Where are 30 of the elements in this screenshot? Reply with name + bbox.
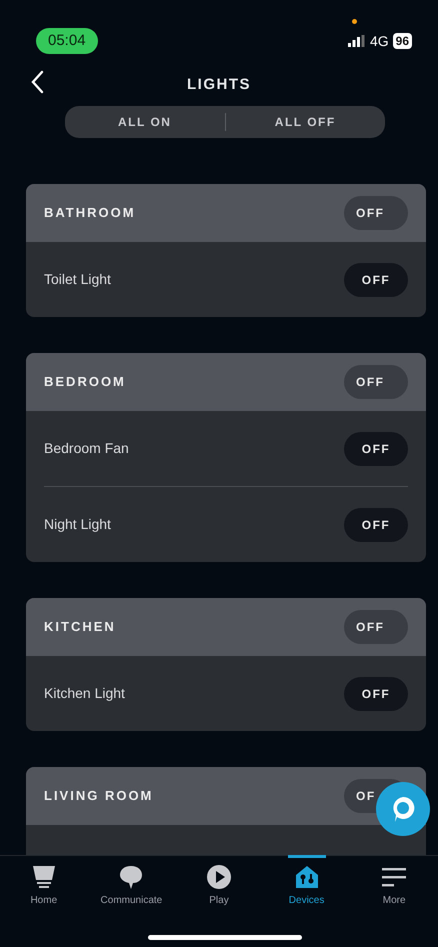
tab[interactable]: Communicate xyxy=(88,856,176,947)
device-toggle[interactable]: OFF xyxy=(344,262,408,296)
device-name: Kitchen Light xyxy=(44,684,125,703)
group-name: BEDROOM xyxy=(44,373,126,392)
tab[interactable]: Devices xyxy=(262,856,350,947)
segment-button[interactable]: ALL ON xyxy=(65,112,224,132)
device-toggle[interactable]: OFF xyxy=(344,508,408,542)
back-button[interactable] xyxy=(30,70,44,94)
device-name: Bedroom Fan xyxy=(44,439,129,458)
group-toggle[interactable]: OF xyxy=(356,787,376,805)
device-toggle[interactable]: OFF xyxy=(344,432,408,466)
signal-icon xyxy=(348,35,366,47)
battery-level: 96 xyxy=(392,33,412,49)
device-toggle[interactable]: OFF xyxy=(344,676,408,710)
network-label: 4G xyxy=(370,32,389,50)
group-name: KITCHEN xyxy=(44,618,116,636)
speech-bubble-icon xyxy=(118,864,144,890)
tab[interactable]: More xyxy=(350,856,438,947)
page-title: LIGHTS xyxy=(187,74,251,95)
house-icon xyxy=(294,864,320,890)
play-icon xyxy=(206,864,232,890)
group-name: BATHROOM xyxy=(44,204,136,222)
status-time: 05:04 xyxy=(36,28,98,54)
tab[interactable]: Home xyxy=(0,856,88,947)
segment-button[interactable]: ALL OFF xyxy=(226,112,385,132)
device-name: Night Light xyxy=(44,515,111,534)
group-name: LIVING ROOM xyxy=(44,787,154,806)
device-name: Toilet Light xyxy=(44,270,111,289)
privacy-dot-icon xyxy=(352,18,357,24)
lamp-icon xyxy=(30,864,57,890)
